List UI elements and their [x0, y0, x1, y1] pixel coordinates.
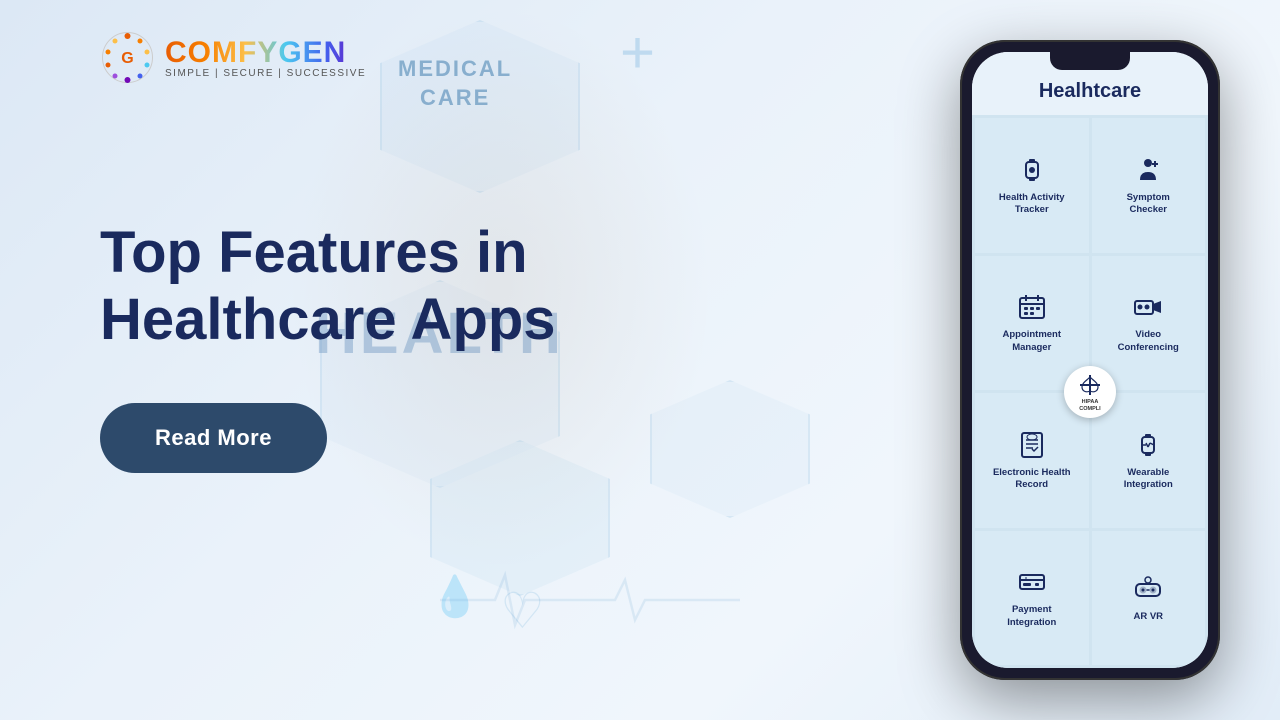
ar-vr-label: AR VR — [1133, 611, 1163, 623]
wearable-icon — [1132, 429, 1164, 461]
logo-text-area: COMFYGEN SIMPLE | SECURE | SUCCESSIVE — [165, 36, 366, 79]
svg-text:G: G — [121, 50, 133, 67]
phone-notch — [1050, 52, 1130, 70]
ar-vr-icon — [1132, 573, 1164, 605]
logo-icon: G — [100, 30, 155, 85]
page-title: Top Features in Healthcare Apps — [100, 220, 556, 353]
phone-cell-appointment-manager[interactable]: AppointmentManager — [975, 256, 1089, 391]
health-record-icon — [1016, 429, 1048, 461]
hipaa-text: HIPAACOMPLI — [1079, 399, 1100, 411]
phone-mockup: Healhtcare Health ActivityTracker — [960, 40, 1220, 680]
headline-line2: Healthcare Apps — [100, 287, 556, 352]
medical-symbol-icon — [1076, 371, 1104, 399]
headline-area: Top Features in Healthcare Apps Read Mor… — [100, 220, 556, 473]
calendar-icon — [1016, 291, 1048, 323]
medical-care-text: MEDICALCARE — [398, 55, 512, 112]
electronic-health-record-label: Electronic HealthRecord — [993, 467, 1071, 492]
phone-app-title: Healhtcare — [982, 80, 1198, 103]
phone-cell-payment-integration[interactable]: PaymentIntegration — [975, 531, 1089, 666]
logo-brand: COMFYGEN — [165, 36, 366, 70]
wearable-integration-label: WearableIntegration — [1124, 467, 1173, 492]
payment-integration-label: PaymentIntegration — [1007, 604, 1056, 629]
phone-cell-ar-vr[interactable]: AR VR — [1092, 531, 1206, 666]
video-icon — [1132, 291, 1164, 323]
phone-outer: Healhtcare Health ActivityTracker — [960, 40, 1220, 680]
phone-cell-health-activity-tracker[interactable]: Health ActivityTracker — [975, 118, 1089, 253]
phone-cell-electronic-health-record[interactable]: Electronic HealthRecord — [975, 393, 1089, 528]
phone-screen: Healhtcare Health ActivityTracker — [972, 52, 1208, 668]
phone-cell-wearable-integration[interactable]: WearableIntegration — [1092, 393, 1206, 528]
hipaa-badge: HIPAACOMPLI — [1064, 366, 1116, 418]
phone-app-grid: Health ActivityTracker SymptomChecker — [972, 115, 1208, 668]
watch-icon — [1016, 154, 1048, 186]
health-activity-tracker-label: Health ActivityTracker — [999, 192, 1065, 217]
logo-tagline: SIMPLE | SECURE | SUCCESSIVE — [165, 68, 366, 79]
read-more-button[interactable]: Read More — [100, 403, 327, 473]
headline-line1: Top Features in — [100, 220, 528, 285]
person-medical-icon — [1132, 154, 1164, 186]
appointment-manager-label: AppointmentManager — [1002, 329, 1061, 354]
phone-cell-video-conferencing[interactable]: VideoConferencing — [1092, 256, 1206, 391]
symptom-checker-label: SymptomChecker — [1127, 192, 1170, 217]
video-conferencing-label: VideoConferencing — [1118, 329, 1179, 354]
logo-area: G COMFYGEN SIMPLE | SECURE | SUCCESSIVE — [100, 30, 366, 85]
payment-icon — [1016, 566, 1048, 598]
phone-cell-symptom-checker[interactable]: SymptomChecker — [1092, 118, 1206, 253]
ecg-line — [440, 570, 740, 630]
plus-cross-icon: + — [620, 18, 655, 87]
